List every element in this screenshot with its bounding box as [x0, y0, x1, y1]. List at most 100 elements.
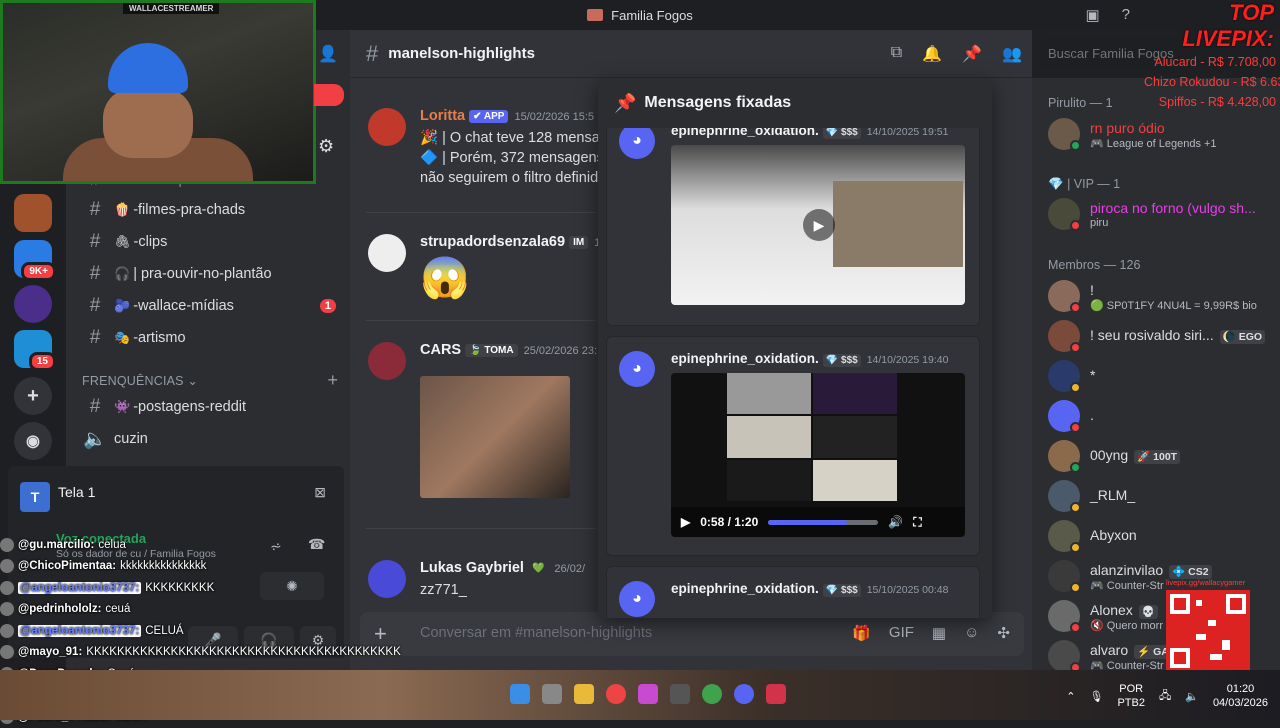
member-item[interactable]: Abyxon	[1048, 518, 1278, 554]
gear-icon[interactable]: ⚙	[318, 136, 334, 157]
clock[interactable]: 01:20 04/03/2026	[1213, 682, 1268, 710]
channel-wallace-midias[interactable]: # 🫐 -wallace-mídias 1	[82, 292, 342, 320]
add-attachment-icon[interactable]: +	[374, 621, 387, 647]
channel-postagens[interactable]: # 👾 -postagens-reddit	[82, 393, 342, 421]
bell-icon[interactable]: 🔔	[922, 44, 942, 64]
guild-lara-gorda[interactable]	[14, 194, 52, 232]
mic-icon[interactable]: 🎙	[1089, 690, 1103, 703]
avatar[interactable]	[368, 342, 406, 380]
video-player[interactable]: ▶ 0:58 / 1:20 🔊 ⛶	[671, 373, 965, 537]
author-name[interactable]: Lukas Gaybriel	[420, 560, 524, 576]
start-icon[interactable]	[510, 684, 530, 704]
guild-bahia[interactable]: 15	[14, 330, 56, 371]
pinned-message[interactable]: ◕ epinephrine_oxidation. 💎 $$$ 15/10/2025 …	[606, 566, 980, 618]
help-icon[interactable]: ?	[1122, 6, 1130, 24]
pinned-message[interactable]: ◕ epinephrine_oxidation. 💎 $$$ 14/10/2025 …	[606, 336, 980, 556]
member-item[interactable]: piroca no forno (vulgo sh... piru	[1048, 196, 1278, 232]
video-progress-fill	[768, 519, 848, 525]
member-item[interactable]: ! seu rosivaldo siri... 🌘 EGO	[1048, 318, 1278, 354]
chat-message: celua	[98, 538, 126, 551]
member-tag: 🌘 EGO	[1219, 330, 1266, 344]
avatar[interactable]	[368, 234, 406, 272]
category-header[interactable]: FRENQUÊNCIAS ⌄	[82, 373, 198, 388]
chevron-up-icon[interactable]: ⌃	[1066, 690, 1075, 703]
taskbar: ⌃ 🎙 POR PTB2 🖧 🔈 01:20 04/03/2026	[0, 670, 1280, 720]
avatar[interactable]	[368, 560, 406, 598]
discord-icon[interactable]	[734, 684, 754, 704]
add-friend-icon[interactable]: 👤	[318, 44, 338, 64]
app-icon[interactable]	[670, 684, 690, 704]
language-indicator[interactable]: POR PTB2	[1117, 682, 1145, 710]
attached-image[interactable]	[420, 376, 570, 498]
diamond-icon: 💎	[1048, 177, 1064, 191]
member-name-text: 00yng	[1090, 447, 1129, 463]
qr-pattern	[1170, 594, 1246, 668]
guild-ring[interactable]	[14, 285, 52, 323]
taskview-icon[interactable]	[542, 684, 562, 704]
app-icon[interactable]	[766, 684, 786, 704]
gift-icon[interactable]: 🎁	[852, 624, 871, 642]
member-item[interactable]: _RLM_	[1048, 478, 1278, 514]
network-icon[interactable]: 🖧	[1159, 687, 1171, 706]
streamer-tag: WALLACESTREAMER	[123, 3, 220, 14]
member-name-text: ! seu rosivaldo siri...	[1090, 327, 1214, 343]
member-item[interactable]: 00yng 🚀 100T	[1048, 438, 1278, 474]
author-name[interactable]: epinephrine_oxidation.	[671, 581, 819, 596]
member-name: Alonex 💀	[1090, 602, 1158, 619]
member-name: *	[1090, 367, 1095, 383]
member-name-text: alvaro	[1090, 642, 1129, 658]
chat-overlay-line: @mayo_91: KKKKKKKKKKKKKKKKKKKKKKKKKKKKKKK…	[0, 642, 401, 664]
channel-artismo[interactable]: # 🎭 -artismo	[82, 324, 342, 352]
play-icon[interactable]: ▶	[803, 209, 835, 241]
pinned-messages-popup: 📌 Mensagens fixadas ◕ epinephrine_oxidat…	[598, 78, 992, 618]
channel-emoji: 👾	[114, 399, 131, 414]
chrome-icon[interactable]	[606, 684, 626, 704]
author-name[interactable]: CARS	[420, 342, 461, 358]
sticker-icon[interactable]: ▦	[932, 624, 946, 642]
video-progress[interactable]	[768, 519, 879, 525]
volume-icon[interactable]: 🔈	[1185, 690, 1199, 703]
pin-icon[interactable]: 📌	[962, 44, 982, 64]
channel-filmes[interactable]: # 🍿 -filmes-pra-chads	[82, 196, 342, 224]
voice-channel-cuzin[interactable]: 🔈 cuzin	[82, 425, 342, 453]
channel-clips[interactable]: # 🖇 -clips	[82, 228, 342, 256]
pinned-message[interactable]: ◕ epinephrine_oxidation. 💎 $$$ 14/10/2025 …	[606, 108, 980, 326]
member-item[interactable]: *	[1048, 358, 1278, 394]
app-icon[interactable]	[638, 684, 658, 704]
add-channel-icon[interactable]: +	[327, 370, 338, 391]
qr-code: livepix.gg/wallacygamer	[1166, 578, 1250, 672]
window-title: Familia Fogos	[611, 7, 693, 23]
avatar	[0, 645, 14, 660]
members-icon[interactable]: 👥	[1002, 44, 1022, 64]
member-item[interactable]: rn puro ódio 🎮 League of Legends +1	[1048, 116, 1278, 152]
chat-username: @angeloantonio3737:	[18, 581, 142, 594]
chrome-icon[interactable]	[702, 684, 722, 704]
member-tag: 🚀 100T	[1134, 450, 1181, 464]
video-thumbnail[interactable]: ▶	[671, 145, 965, 305]
apps-icon[interactable]: ✣	[997, 624, 1010, 642]
member-item[interactable]: .	[1048, 398, 1278, 434]
author-name[interactable]: Loritta	[420, 108, 465, 124]
message-composer[interactable]: + Conversar em #manelson-highlights 🎁 GI…	[360, 612, 1024, 656]
play-icon[interactable]: ▶	[681, 515, 690, 529]
author-name[interactable]: strupadordsenzala69	[420, 234, 565, 250]
author-name[interactable]: epinephrine_oxidation.	[671, 351, 819, 366]
channel-plantao[interactable]: # 🎧 | pra-ouvir-no-plantão	[82, 260, 342, 288]
explorer-icon[interactable]	[574, 684, 594, 704]
fullscreen-icon[interactable]: ⛶	[913, 515, 921, 530]
inbox-icon[interactable]: ▣	[1085, 6, 1099, 24]
discover-icon[interactable]: ◉	[14, 422, 52, 460]
member-group-header: Pirulito — 1	[1048, 96, 1113, 110]
volume-icon[interactable]: 🔊	[888, 515, 903, 529]
guild-crown[interactable]: 9K+	[14, 240, 56, 281]
threads-icon[interactable]: ⧉	[891, 44, 902, 64]
member-item[interactable]: ! 🟢 SP0T1FY 4NU4L = 9,99R$ bio	[1048, 278, 1278, 314]
member-item[interactable]: alanzinvilao 💠 CS2 🎮 Counter-Str	[1048, 558, 1278, 594]
member-group-header: Membros — 126	[1048, 258, 1141, 272]
add-server-icon[interactable]: +	[14, 377, 52, 415]
gif-icon[interactable]: GIF	[889, 624, 914, 642]
avatar[interactable]	[368, 108, 406, 146]
emoji-icon[interactable]: ☺	[964, 624, 979, 642]
stop-stream-icon[interactable]: ⊠	[314, 484, 326, 501]
composer-placeholder[interactable]: Conversar em #manelson-highlights	[420, 625, 652, 641]
